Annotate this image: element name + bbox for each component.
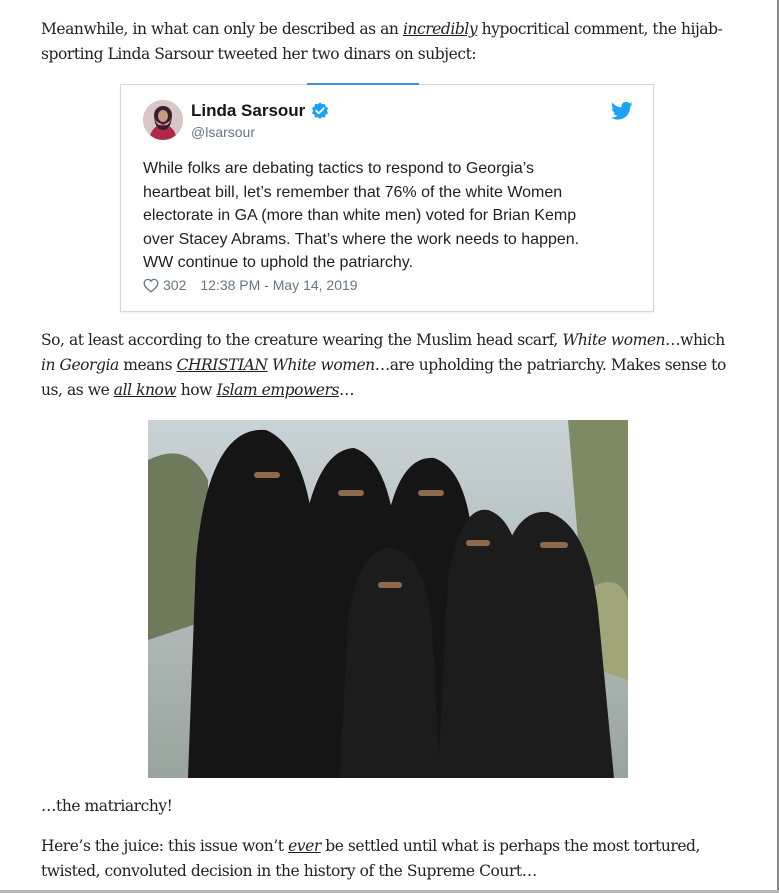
text-span: So, at least according to the creature w… (41, 331, 563, 349)
ever-link[interactable]: ever (288, 837, 321, 855)
tweet-text-line: over Stacey Abrams. That’s where the wor… (143, 230, 580, 248)
paragraph-scarf: So, at least according to the creature w… (41, 328, 731, 403)
islam-empowers-link[interactable]: Islam empowers (216, 381, 339, 399)
all-know-link[interactable]: all know (114, 381, 177, 399)
twitter-bird-icon[interactable] (611, 101, 633, 121)
text-span: how (176, 381, 217, 399)
text-span: be settled until what is perhaps the mos… (320, 837, 701, 855)
christian-link[interactable]: CHRISTIAN (177, 356, 268, 374)
tweet-top-accent (307, 83, 419, 85)
women-in-niqab-photo (148, 420, 628, 778)
text-span: …which (665, 331, 725, 349)
tweet-text: While folks are debating tactics to resp… (143, 157, 643, 275)
tweet-text-line: WW continue to uphold the patriarchy. (143, 254, 414, 271)
tweet-meta: 302 12:38 PM - May 14, 2019 (143, 277, 358, 293)
text-span: hypocritical comment, the hijab- (477, 20, 723, 38)
verified-badge-icon (312, 102, 328, 119)
paragraph-line: So, at least according to the creature w… (41, 328, 731, 353)
tweet-author-name[interactable]: Linda Sarsour (191, 101, 305, 121)
like-count: 302 (163, 277, 187, 293)
tweet-text-line: While folks are debating tactics to resp… (143, 160, 535, 177)
text-span: Here’s the juice: this issue won’t (41, 837, 289, 855)
incredibly-link[interactable]: incredibly (403, 20, 478, 38)
text-span: …are upholding the patriarchy. Makes sen… (374, 356, 727, 374)
paragraph-intro: Meanwhile, in what can only be described… (41, 17, 731, 67)
paragraph-juice: Here’s the juice: this issue won’t ever … (41, 834, 731, 884)
text-span: … (338, 381, 355, 399)
tweet-timestamp[interactable]: 12:38 PM - May 14, 2019 (200, 277, 357, 293)
paragraph-line: sporting Linda Sarsour tweeted her two d… (41, 45, 477, 63)
tweet-handle[interactable]: @lsarsour (191, 124, 255, 140)
tweet-text-line: electorate in GA (more than white men) v… (143, 207, 577, 224)
embedded-tweet-image: Linda Sarsour @lsarsour While folks are … (120, 83, 654, 312)
paragraph-line: twisted, convoluted decision in the hist… (41, 862, 537, 880)
tweet-text-line: heartbeat bill, let’s remember that 76% … (143, 183, 563, 201)
paragraph-line: in Georgia means CHRISTIAN White women…a… (41, 353, 731, 378)
emphasis-text: White women (562, 331, 666, 349)
paragraph-line: Here’s the juice: this issue won’t ever … (41, 834, 731, 859)
paragraph-line: Meanwhile, in what can only be described… (41, 17, 731, 42)
emphasis-text: White women (267, 356, 375, 374)
avatar (143, 100, 183, 140)
text-span: us, as we (41, 381, 114, 399)
text-span: Meanwhile, in what can only be described… (41, 20, 403, 38)
paragraph-matriarchy: …the matriarchy! (41, 797, 173, 815)
paragraph-line: us, as we all know how Islam empowers… (41, 378, 731, 403)
emphasis-text: in Georgia (41, 356, 119, 374)
text-span: means (118, 356, 177, 374)
heart-icon[interactable] (143, 278, 159, 293)
